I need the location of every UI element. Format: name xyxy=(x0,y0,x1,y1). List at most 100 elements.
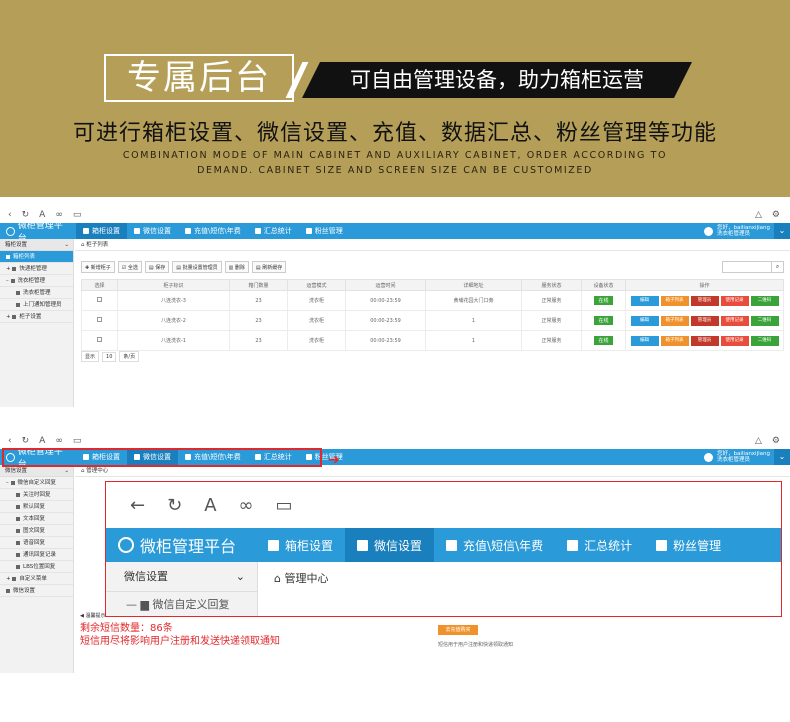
list-icon xyxy=(6,254,10,259)
sidebar-item-image-reply[interactable]: 图文回复 xyxy=(0,525,73,537)
zoom-nav-statistics: 汇总统计 xyxy=(555,528,644,562)
add-cabinet-button[interactable]: ✚ 新增柜子 xyxy=(81,261,115,273)
sidebar-item-lbs-reply[interactable]: LBS位置回复 xyxy=(0,561,73,573)
edit-button[interactable]: 编辑 xyxy=(630,295,659,306)
refresh-cache-button[interactable]: ▤ 刷新缓存 xyxy=(251,261,287,273)
sidebar-item-label: 微信自定义回复 xyxy=(17,480,57,486)
chevron-down-icon: ⌄ xyxy=(235,570,245,583)
status-badge: 在线 xyxy=(594,336,613,345)
qrcode-button[interactable]: 二维码 xyxy=(750,295,779,306)
sidebar-item-cabinet-list[interactable]: 箱柜列表 xyxy=(0,251,73,263)
list-icon xyxy=(16,290,20,295)
nav-statistics[interactable]: 汇总统计 xyxy=(248,223,299,239)
sidebar-header-label: 箱柜设置 xyxy=(5,242,28,248)
back-icon: ← xyxy=(130,494,146,516)
sidebar-item-laundry[interactable]: – 洗衣柜管理 xyxy=(0,275,73,287)
zoom-logo: 微柜管理平台 xyxy=(106,533,256,557)
app-top-nav: 微柜管理平台 箱柜设置 微信设置 充值\短信\年费 汇总统计 粉丝管理 您好，b… xyxy=(0,221,790,244)
sidebar-item-voice-reply[interactable]: 语音回复 xyxy=(0,537,73,549)
page-size-select[interactable]: 10 xyxy=(102,351,117,362)
sidebar-item-default-reply[interactable]: 默认回复 xyxy=(0,501,73,513)
table-row: 八连洗衣-3 23 洗衣柜 00:00-23:59 黄埔花园大门口旁 正常服务 … xyxy=(81,290,784,311)
share-icon[interactable]: △ xyxy=(755,210,762,220)
list-icon xyxy=(16,492,20,497)
row-checkbox[interactable] xyxy=(97,297,102,302)
users-icon xyxy=(185,228,191,234)
search-icon[interactable]: ⌕ xyxy=(772,261,784,273)
admin-button[interactable]: 管理员 xyxy=(690,315,719,326)
cabinet-table: 选择 柜子标识 箱门数量 运营模式 运营时间 详细地址 服务状态 设备状态 操作… xyxy=(81,279,784,351)
refresh-icon: ↻ xyxy=(167,494,183,516)
pagination: 显示 10 条/页 xyxy=(81,351,140,362)
col-actions: 操作 xyxy=(625,279,784,291)
nav-label: 微信设置 xyxy=(374,538,423,553)
nav-label: 汇总统计 xyxy=(263,227,292,235)
edit-button[interactable]: 编辑 xyxy=(630,315,659,326)
cell-service: 正常服务 xyxy=(521,330,582,351)
table-row: 八连洗衣-1 23 洗衣柜 00:00-23:59 1 正常服务 在线 编辑 箱子… xyxy=(81,330,784,351)
notice-heading-label: 温馨提示 xyxy=(85,613,106,619)
sidebar-item-cabinet-settings[interactable]: + 柜子设置 xyxy=(0,311,73,323)
zoom-nav-cabinet: 箱柜设置 xyxy=(256,528,345,562)
sidebar-item-reply-log[interactable]: 通讯回复记录 xyxy=(0,549,73,561)
nav-recharge[interactable]: 充值\短信\年费 xyxy=(178,223,248,239)
zoom-sidebar-header: 微信设置 ⌄ xyxy=(106,562,257,592)
share-icon[interactable]: △ xyxy=(755,436,762,446)
list-icon xyxy=(16,516,20,521)
sidebar-item-custom-menu[interactable]: + 自定义菜单 xyxy=(0,573,73,585)
zoom-browser-toolbar: ← ↻ A ∞ ▭ xyxy=(106,482,781,528)
sidebar-item-door-notify[interactable]: 上门通知管理员 xyxy=(0,299,73,311)
qrcode-button[interactable]: 二维码 xyxy=(750,315,779,326)
nav-cabinet-settings[interactable]: 箱柜设置 xyxy=(76,223,127,239)
row-checkbox[interactable] xyxy=(97,337,102,342)
settings-icon[interactable]: ⚙ xyxy=(772,436,780,446)
user-info[interactable]: 您好，bailianxijiang 洗衣柜管理员 xyxy=(704,225,774,237)
status-badge: 在线 xyxy=(594,296,613,305)
sidebar-item-label: 图文回复 xyxy=(23,528,46,534)
banner-title: 专属后台 xyxy=(104,54,294,102)
sidebar-item-wechat-settings[interactable]: 微信设置 xyxy=(0,585,73,597)
cell-mode: 洗衣柜 xyxy=(287,310,346,331)
recharge-button[interactable]: 去充值购买 xyxy=(438,625,478,635)
button-label: 保存 xyxy=(155,265,166,271)
sidebar-item-label: 柜子设置 xyxy=(19,314,42,320)
settings-icon[interactable]: ⚙ xyxy=(772,210,780,220)
usage-record-button[interactable]: 使用记录 xyxy=(720,315,749,326)
sidebar-item-label: 洗衣柜管理 xyxy=(23,290,51,296)
usage-record-button[interactable]: 使用记录 xyxy=(720,335,749,346)
sidebar-item-express[interactable]: + 快递柜管理 xyxy=(0,263,73,275)
zoom-sidebar-item-label: 微信自定义回复 xyxy=(152,598,230,611)
batch-admin-button[interactable]: ▤ 批量设置管理员 xyxy=(172,261,222,273)
cell-address: 黄埔花园大门口旁 xyxy=(425,290,522,311)
admin-button[interactable]: 管理员 xyxy=(690,335,719,346)
usage-record-button[interactable]: 使用记录 xyxy=(720,295,749,306)
select-all-button[interactable]: ☑ 全选 xyxy=(117,261,142,273)
save-button[interactable]: ▤ 保存 xyxy=(144,261,170,273)
box-list-button[interactable]: 箱子列表 xyxy=(660,335,689,346)
search-input[interactable] xyxy=(722,261,772,273)
box-list-button[interactable]: 箱子列表 xyxy=(660,295,689,306)
sidebar-item-text-reply[interactable]: 文本回复 xyxy=(0,513,73,525)
pager-unit: 条/页 xyxy=(119,351,140,362)
admin-button[interactable]: 管理员 xyxy=(690,295,719,306)
user-info[interactable]: 您好，bailianxijiang 洗衣柜管理员 xyxy=(704,451,774,463)
breadcrumb-label: 柜子列表 xyxy=(86,242,109,248)
delete-button[interactable]: ▥ 删除 xyxy=(224,261,249,273)
edit-button[interactable]: 编辑 xyxy=(630,335,659,346)
sidebar-header[interactable]: 箱柜设置 ⌄ xyxy=(0,239,73,251)
sidebar-item-custom-reply[interactable]: – 微信自定义回复 xyxy=(0,477,73,489)
nav-fans[interactable]: 粉丝管理 xyxy=(299,223,350,239)
sidebar-item-follow-reply[interactable]: 关注时回复 xyxy=(0,489,73,501)
nav-label: 汇总统计 xyxy=(584,538,633,553)
zoom-nav-recharge: 充值\短信\年费 xyxy=(434,528,555,562)
minus-icon: — ▆ xyxy=(126,598,153,611)
chevron-down-icon[interactable]: ⌄ xyxy=(774,449,790,465)
banner-english-line2: DEMAND. CABINET SIZE AND SCREEN SIZE CAN… xyxy=(197,165,593,176)
box-list-button[interactable]: 箱子列表 xyxy=(660,315,689,326)
qrcode-button[interactable]: 二维码 xyxy=(750,335,779,346)
row-checkbox[interactable] xyxy=(97,317,102,322)
sidebar-item-laundry-sub[interactable]: 洗衣柜管理 xyxy=(0,287,73,299)
cell-address: 1 xyxy=(425,330,522,351)
nav-wechat-settings[interactable]: 微信设置 xyxy=(127,223,178,239)
chevron-down-icon[interactable]: ⌄ xyxy=(774,223,790,239)
